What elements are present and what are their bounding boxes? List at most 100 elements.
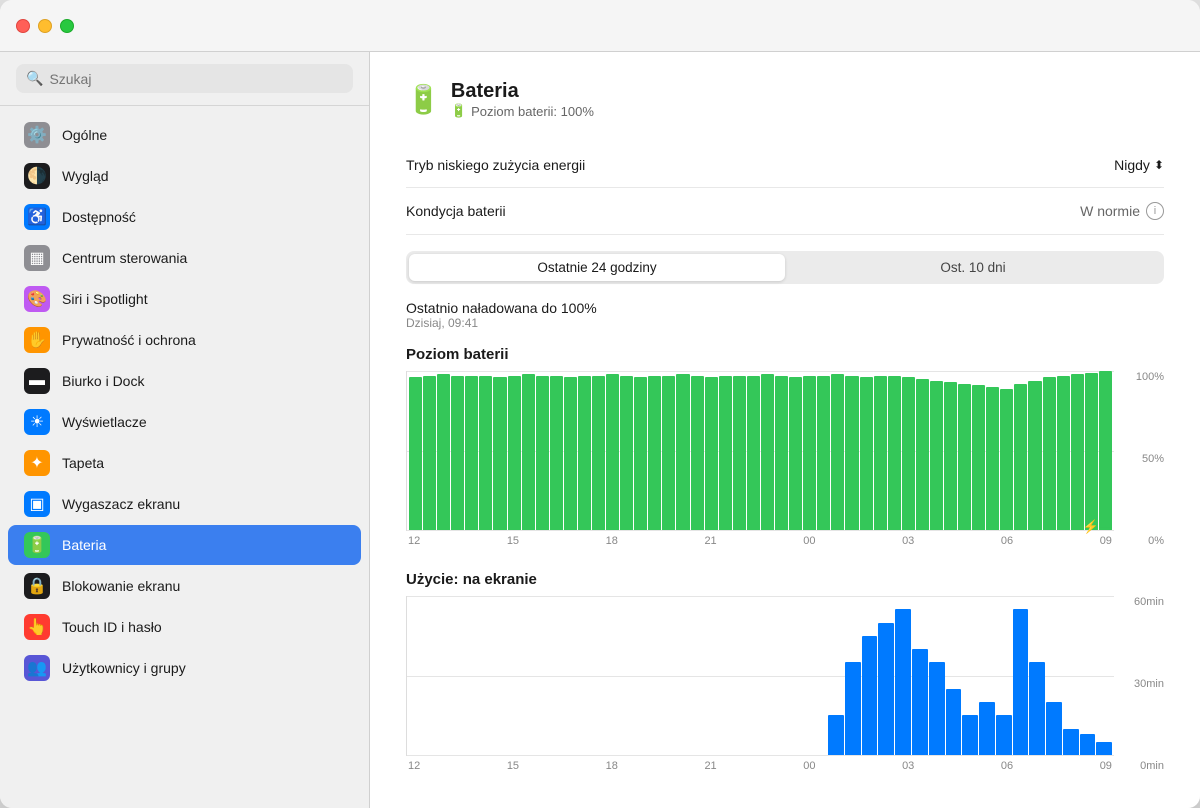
usage-y-label-0: 0min: [1140, 760, 1164, 772]
battery-bar: [803, 376, 816, 530]
battery-bar: [1099, 371, 1112, 530]
usage-bar: [1096, 742, 1112, 755]
battery-bar: [930, 381, 943, 530]
bateria-icon: 🔋: [24, 532, 50, 558]
wyglad-label: Wygląd: [62, 168, 109, 184]
touchid-icon: 👆: [24, 614, 50, 640]
usage-bar: [828, 715, 844, 755]
sidebar-item-biurko-dock[interactable]: ▬Biurko i Dock: [8, 361, 361, 401]
battery-bar: [1071, 374, 1084, 530]
battery-bar: [620, 376, 633, 530]
sidebar-item-prywatnosc[interactable]: ✋ Prywatność i ochrona: [8, 320, 361, 360]
sidebar-item-wyswietlacze[interactable]: ☀Wyświetlacze: [8, 402, 361, 442]
dostepnosc-icon: ♿: [24, 204, 50, 230]
charge-info-subtitle: Dzisiaj, 09:41: [406, 316, 1164, 330]
usage-bar: [1046, 702, 1062, 755]
siri-spotlight-icon: 🎨: [24, 286, 50, 312]
battery-chart-area: [406, 371, 1114, 531]
battery-x-label-21: 21: [704, 535, 716, 547]
battery-bar: [705, 377, 718, 530]
dostepnosc-label: Dostępność: [62, 209, 136, 225]
battery-condition-label: Kondycja baterii: [406, 203, 506, 219]
battery-condition-value: W normie i: [1080, 202, 1164, 220]
prywatnosc-label: Prywatność i ochrona: [62, 332, 196, 348]
sidebar-item-centrum-sterowania[interactable]: ▦Centrum sterowania: [8, 238, 361, 278]
battery-bar: [902, 377, 915, 530]
battery-x-label-00: 00: [803, 535, 815, 547]
battery-bar: [409, 377, 422, 530]
search-box[interactable]: 🔍: [16, 64, 353, 93]
low-power-dropdown[interactable]: Nigdy ⬍: [1114, 157, 1164, 173]
charge-info: Ostatnio naładowana do 100% Dzisiaj, 09:…: [406, 300, 1164, 330]
search-input[interactable]: [49, 71, 343, 87]
sidebar-item-tapeta[interactable]: ✦ Tapeta: [8, 443, 361, 483]
battery-bar: [691, 376, 704, 530]
page-subtitle: 🔋 Poziom baterii: 100%: [451, 103, 594, 119]
main-window: 🔍 ⚙️Ogólne🌗Wygląd ♿ Dostępność ▦Centrum ste…: [0, 0, 1200, 808]
biurko-dock-label: Biurko i Dock: [62, 373, 144, 389]
usage-bar: [1013, 609, 1029, 755]
battery-x-label-06: 06: [1001, 535, 1013, 547]
usage-bar: [912, 649, 928, 755]
battery-bar: [986, 387, 999, 530]
battery-bar: [648, 376, 661, 530]
sidebar-item-bateria[interactable]: 🔋Bateria: [8, 525, 361, 565]
sidebar-item-dostepnosc[interactable]: ♿ Dostępność: [8, 197, 361, 237]
tab-10d[interactable]: Ost. 10 dni: [785, 254, 1161, 281]
usage-chart-area: [406, 596, 1114, 756]
sidebar-item-touchid[interactable]: 👆Touch ID i hasło: [8, 607, 361, 647]
battery-x-label-09: 09: [1100, 535, 1112, 547]
minimize-button[interactable]: [38, 19, 52, 33]
tapeta-icon: ✦: [24, 450, 50, 476]
sidebar-item-uzytkownicy[interactable]: 👥Użytkownicy i grupy: [8, 648, 361, 688]
battery-y-label-100: 100%: [1136, 371, 1164, 383]
titlebar: [0, 0, 1200, 52]
sidebar-item-blokowanie[interactable]: 🔒Blokowanie ekranu: [8, 566, 361, 606]
sidebar-item-wygaszacz[interactable]: ▣Wygaszacz ekranu: [8, 484, 361, 524]
tab-24h[interactable]: Ostatnie 24 godziny: [409, 254, 785, 281]
sidebar-item-siri-spotlight[interactable]: 🎨 Siri i Spotlight: [8, 279, 361, 319]
battery-bar: [662, 376, 675, 530]
siri-spotlight-label: Siri i Spotlight: [62, 291, 148, 307]
sidebar-list: ⚙️Ogólne🌗Wygląd ♿ Dostępność ▦Centrum stero…: [0, 106, 369, 808]
wyswietlacze-label: Wyświetlacze: [62, 414, 147, 430]
sidebar-item-wyglad[interactable]: 🌗Wygląd: [8, 156, 361, 196]
battery-header-icon: 🔋: [406, 83, 441, 116]
prywatnosc-icon: ✋: [24, 327, 50, 353]
battery-bar: [958, 384, 971, 530]
battery-bar: [592, 376, 605, 530]
tapeta-label: Tapeta: [62, 455, 104, 471]
centrum-sterowania-label: Centrum sterowania: [62, 250, 187, 266]
usage-bar: [929, 662, 945, 755]
traffic-lights: [16, 19, 74, 33]
battery-bar: [845, 376, 858, 530]
battery-bar: [1028, 381, 1041, 530]
usage-x-labels: 12 15 18 21 00 03 06 09: [406, 760, 1114, 772]
usage-bar: [1080, 734, 1096, 755]
battery-bar: [1057, 376, 1070, 530]
close-button[interactable]: [16, 19, 30, 33]
charge-info-title: Ostatnio naładowana do 100%: [406, 300, 1164, 316]
usage-bar: [862, 636, 878, 755]
usage-bar: [996, 715, 1012, 755]
usage-bar: [1063, 729, 1079, 756]
wygaszacz-label: Wygaszacz ekranu: [62, 496, 180, 512]
tab-switcher: Ostatnie 24 godziny Ost. 10 dni: [406, 251, 1164, 284]
page-header: 🔋 Bateria 🔋 Poziom baterii: 100%: [406, 80, 1164, 119]
main-content: 🔋 Bateria 🔋 Poziom baterii: 100% Tryb ni…: [370, 52, 1200, 808]
battery-y-label-0: 0%: [1148, 535, 1164, 547]
sidebar-item-ogolne[interactable]: ⚙️Ogólne: [8, 115, 361, 155]
chevron-updown-icon: ⬍: [1154, 158, 1164, 172]
battery-bar: [437, 374, 450, 530]
maximize-button[interactable]: [60, 19, 74, 33]
usage-bar: [878, 623, 894, 756]
info-button[interactable]: i: [1146, 202, 1164, 220]
battery-chart-section: Poziom baterii 100%: [406, 346, 1164, 547]
usage-chart-wrapper: 60min 30min 0min 12 15 18 21 00 03 06 09: [406, 596, 1164, 772]
battery-bar: [578, 376, 591, 530]
battery-bar: [888, 376, 901, 530]
battery-x-label-18: 18: [606, 535, 618, 547]
battery-bar: [789, 377, 802, 530]
battery-bar: [423, 376, 436, 530]
battery-bar: [761, 374, 774, 530]
